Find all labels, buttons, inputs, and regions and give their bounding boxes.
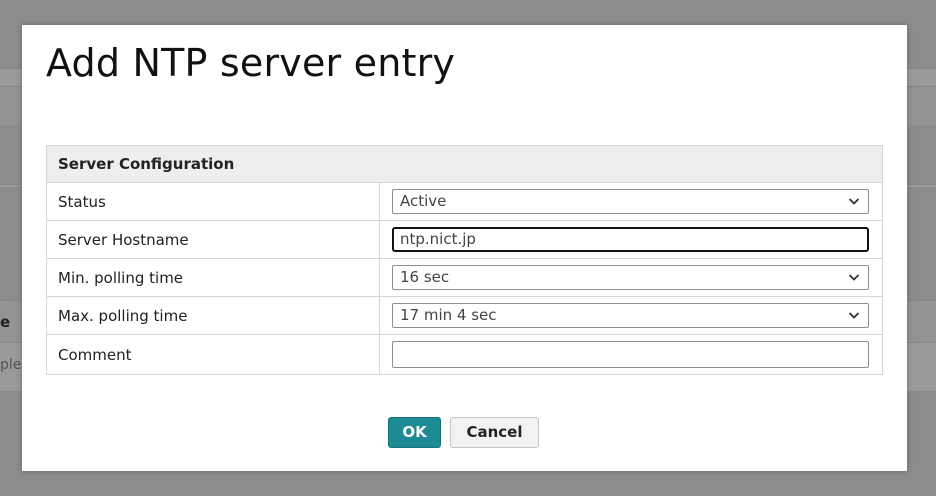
chevron-down-icon	[848, 198, 860, 205]
dialog-buttons: OK Cancel	[388, 417, 539, 448]
section-header-row: Server Configuration	[46, 145, 883, 183]
ok-button[interactable]: OK	[388, 417, 441, 448]
background-text: ple	[0, 357, 22, 373]
background-text: e	[0, 313, 11, 331]
cancel-button[interactable]: Cancel	[450, 417, 539, 448]
max-polling-value: 17 min 4 sec	[400, 306, 497, 324]
min-polling-select[interactable]: 16 sec	[392, 265, 869, 290]
chevron-down-icon	[848, 274, 860, 281]
chevron-down-icon	[848, 312, 860, 319]
min-polling-label: Min. polling time	[46, 258, 380, 297]
status-label: Status	[46, 182, 380, 221]
comment-row: Comment	[46, 334, 883, 375]
min-polling-row: Min. polling time 16 sec	[46, 258, 883, 297]
comment-input[interactable]	[392, 341, 869, 368]
status-row: Status Active	[46, 182, 883, 221]
comment-label: Comment	[46, 334, 380, 375]
hostname-input[interactable]: ntp.nict.jp	[392, 227, 869, 252]
dialog-title: Add NTP server entry	[46, 41, 456, 85]
status-value: Active	[400, 192, 447, 210]
min-polling-value: 16 sec	[400, 268, 450, 286]
section-header: Server Configuration	[46, 145, 883, 183]
ntp-server-dialog: Add NTP server entry Server Configuratio…	[22, 25, 907, 471]
hostname-label: Server Hostname	[46, 220, 380, 259]
hostname-row: Server Hostname ntp.nict.jp	[46, 220, 883, 259]
max-polling-select[interactable]: 17 min 4 sec	[392, 303, 869, 328]
status-select[interactable]: Active	[392, 189, 869, 214]
server-configuration-table: Server Configuration Status Active Serve…	[46, 145, 883, 375]
max-polling-row: Max. polling time 17 min 4 sec	[46, 296, 883, 335]
hostname-value: ntp.nict.jp	[400, 230, 476, 248]
max-polling-label: Max. polling time	[46, 296, 380, 335]
